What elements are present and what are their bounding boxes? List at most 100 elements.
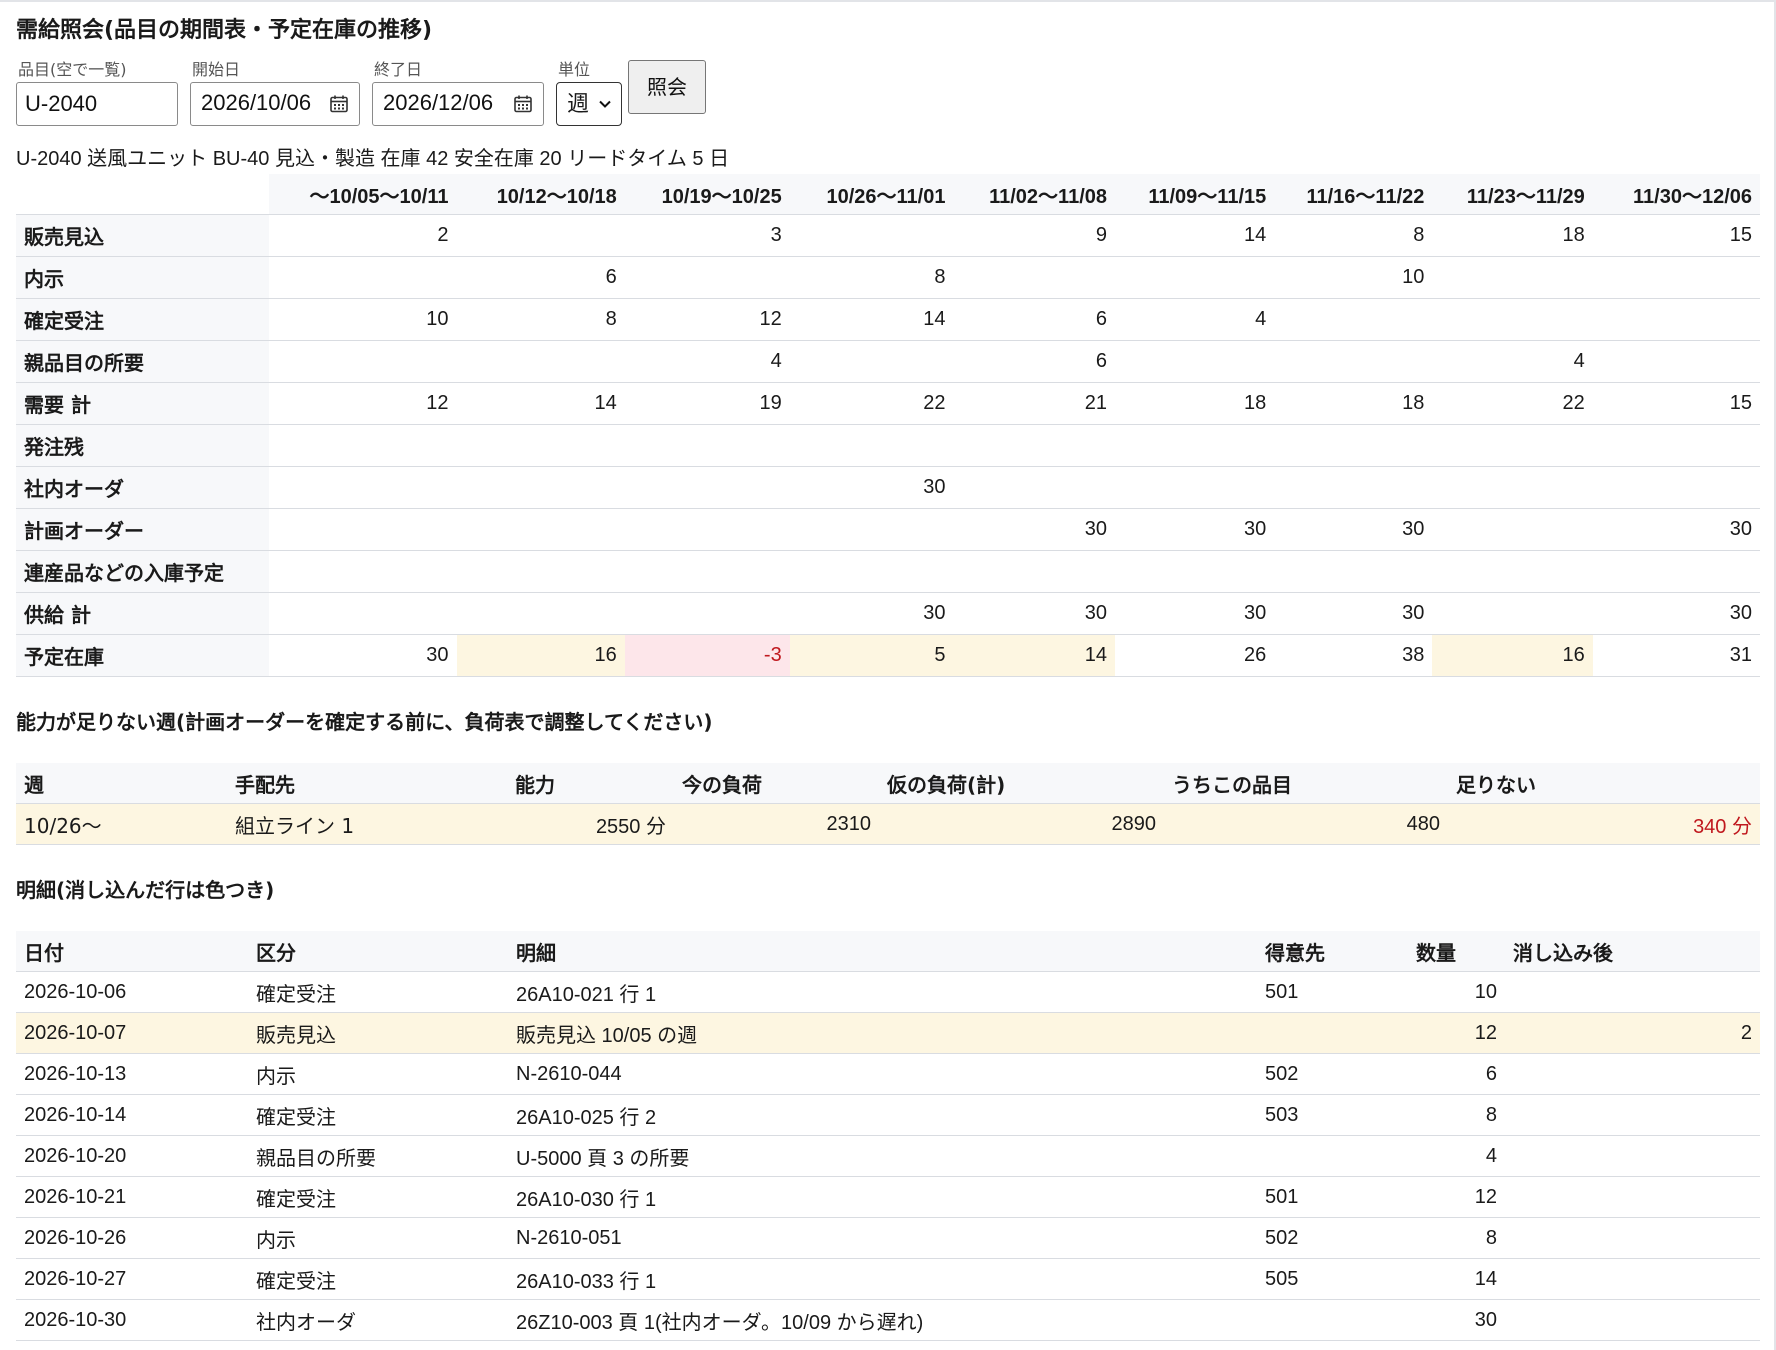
period-cell: 14 [789, 298, 954, 341]
capacity-cell: 2550 分 [507, 803, 674, 845]
item-label: 品目(空で一覧) [18, 60, 127, 79]
period-header: 11/09〜11/15 [1115, 174, 1275, 215]
detail-cell [1505, 1299, 1760, 1341]
detail-cell: 501 [1257, 1176, 1408, 1218]
item-input[interactable] [16, 82, 178, 126]
period-cell: 30 [953, 592, 1115, 635]
period-cell: -3 [624, 634, 790, 677]
detail-row: 2026-10-30 社内オーダ 26Z10-003 頁 1(社内オーダ。10/09… [16, 1299, 1760, 1341]
period-cell: 30 [1592, 508, 1760, 551]
period-cell [1274, 550, 1433, 593]
detail-cell: 2026-10-07 [16, 1012, 248, 1054]
period-cell: 4 [1432, 340, 1593, 383]
capacity-cell: 組立ライン 1 [227, 803, 507, 845]
detail-cell: 2026-10-14 [16, 1094, 248, 1136]
capacity-row: 10/26〜 組立ライン 1 2550 分 2310 2890 480 340 分 [16, 803, 1760, 845]
detail-cell: 14 [1408, 1258, 1505, 1300]
period-cell: 18 [1274, 382, 1433, 425]
period-cell [456, 508, 625, 551]
detail-row: 2026-10-21 確定受注 26A10-030 行 1 501 12 [16, 1176, 1760, 1218]
period-cell: 30 [1115, 508, 1275, 551]
period-cell [1274, 424, 1433, 467]
period-cell: 30 [953, 508, 1115, 551]
calendar-icon[interactable] [513, 94, 533, 114]
detail-header: 区分 [248, 931, 508, 972]
detail-cell: N-2610-044 [508, 1053, 1257, 1095]
period-row: 内示 6 8 10 [16, 256, 1760, 299]
period-cell [1592, 466, 1760, 509]
detail-cell: 2026-10-20 [16, 1135, 248, 1177]
detail-cell: 502 [1257, 1053, 1408, 1095]
period-cell [789, 424, 954, 467]
period-row: 社内オーダ 30 [16, 466, 1760, 509]
period-cell [269, 256, 457, 299]
period-cell [269, 550, 457, 593]
period-cell: 26 [1115, 634, 1275, 677]
content: 需給照会(品目の期間表・予定在庫の推移) 品目(空で一覧) 開始日 [16, 14, 1760, 1341]
period-cell [1432, 466, 1593, 509]
detail-cell: 10 [1408, 971, 1505, 1013]
period-header-row: 〜10/05〜10/11 10/12〜10/18 10/19〜10/25 10/26〜… [16, 174, 1760, 215]
period-header-corner [16, 174, 269, 215]
period-cell [1274, 466, 1433, 509]
capacity-header: 足りない [1448, 763, 1760, 804]
period-cell [1432, 298, 1593, 341]
period-table: 〜10/05〜10/11 10/12〜10/18 10/19〜10/25 10/26〜… [16, 174, 1760, 677]
period-cell [953, 424, 1115, 467]
capacity-header: 手配先 [227, 763, 507, 804]
capacity-header: 今の負荷 [674, 763, 879, 804]
detail-cell [1257, 1135, 1408, 1177]
unit-label: 単位 [558, 60, 591, 79]
period-cell [269, 508, 457, 551]
detail-cell [1257, 1012, 1408, 1054]
period-row-label: 計画オーダー [16, 508, 269, 551]
period-cell: 4 [1115, 298, 1275, 341]
period-cell: 19 [624, 382, 790, 425]
detail-cell: 2026-10-27 [16, 1258, 248, 1300]
end-date-filter: 終了日 [372, 60, 544, 126]
period-row-label: 需要 計 [16, 382, 269, 425]
detail-header: 明細 [508, 931, 1257, 972]
period-cell: 22 [1432, 382, 1593, 425]
period-row-label: 親品目の所要 [16, 340, 269, 383]
start-date-filter: 開始日 [190, 60, 361, 126]
period-cell [953, 256, 1115, 299]
page: 需給照会(品目の期間表・予定在庫の推移) 品目(空で一覧) 開始日 [0, 0, 1776, 1350]
period-row-label: 内示 [16, 256, 269, 299]
period-cell [269, 340, 457, 383]
period-cell [789, 508, 954, 551]
calendar-icon[interactable] [329, 94, 349, 114]
capacity-table: 週手配先 能力 今の負荷 仮の負荷(計) うちこの品目 足りない 10/26〜 組立ライン … [16, 763, 1760, 845]
chevron-down-icon [599, 100, 611, 108]
period-cell [624, 256, 790, 299]
capacity-header: 仮の負荷(計) [879, 763, 1164, 804]
period-cell: 3 [624, 214, 790, 257]
period-cell [269, 424, 457, 467]
detail-cell: 確定受注 [248, 1258, 508, 1300]
period-cell: 12 [269, 382, 457, 425]
period-row: 計画オーダー 30 30 30 30 [16, 508, 1760, 551]
detail-cell: 30 [1408, 1299, 1505, 1341]
period-cell [1432, 508, 1593, 551]
detail-cell: 2026-10-26 [16, 1217, 248, 1259]
unit-select[interactable]: 週 [556, 82, 622, 126]
period-cell: 38 [1274, 634, 1433, 677]
query-button[interactable]: 照会 [628, 60, 706, 114]
end-date-field[interactable] [372, 82, 544, 126]
period-row-label: 供給 計 [16, 592, 269, 635]
unit-filter: 単位 週 [556, 60, 622, 126]
period-row: 予定在庫 30 16 -3 5 14 26 38 16 31 [16, 634, 1760, 677]
detail-cell [1505, 971, 1760, 1013]
detail-cell: 8 [1408, 1217, 1505, 1259]
period-cell: 6 [953, 340, 1115, 383]
period-row-label: 連産品などの入庫予定 [16, 550, 269, 593]
detail-cell: 503 [1257, 1094, 1408, 1136]
period-cell [1115, 256, 1275, 299]
filter-bar: 品目(空で一覧) 開始日 終了日 [16, 60, 1760, 132]
detail-row: 2026-10-27 確定受注 26A10-033 行 1 505 14 [16, 1258, 1760, 1300]
period-row: 販売見込 2 3 9 14 8 18 15 [16, 214, 1760, 257]
detail-cell: 親品目の所要 [248, 1135, 508, 1177]
capacity-header: うちこの品目 [1164, 763, 1448, 804]
start-date-field[interactable] [190, 82, 361, 126]
detail-cell: 確定受注 [248, 1176, 508, 1218]
